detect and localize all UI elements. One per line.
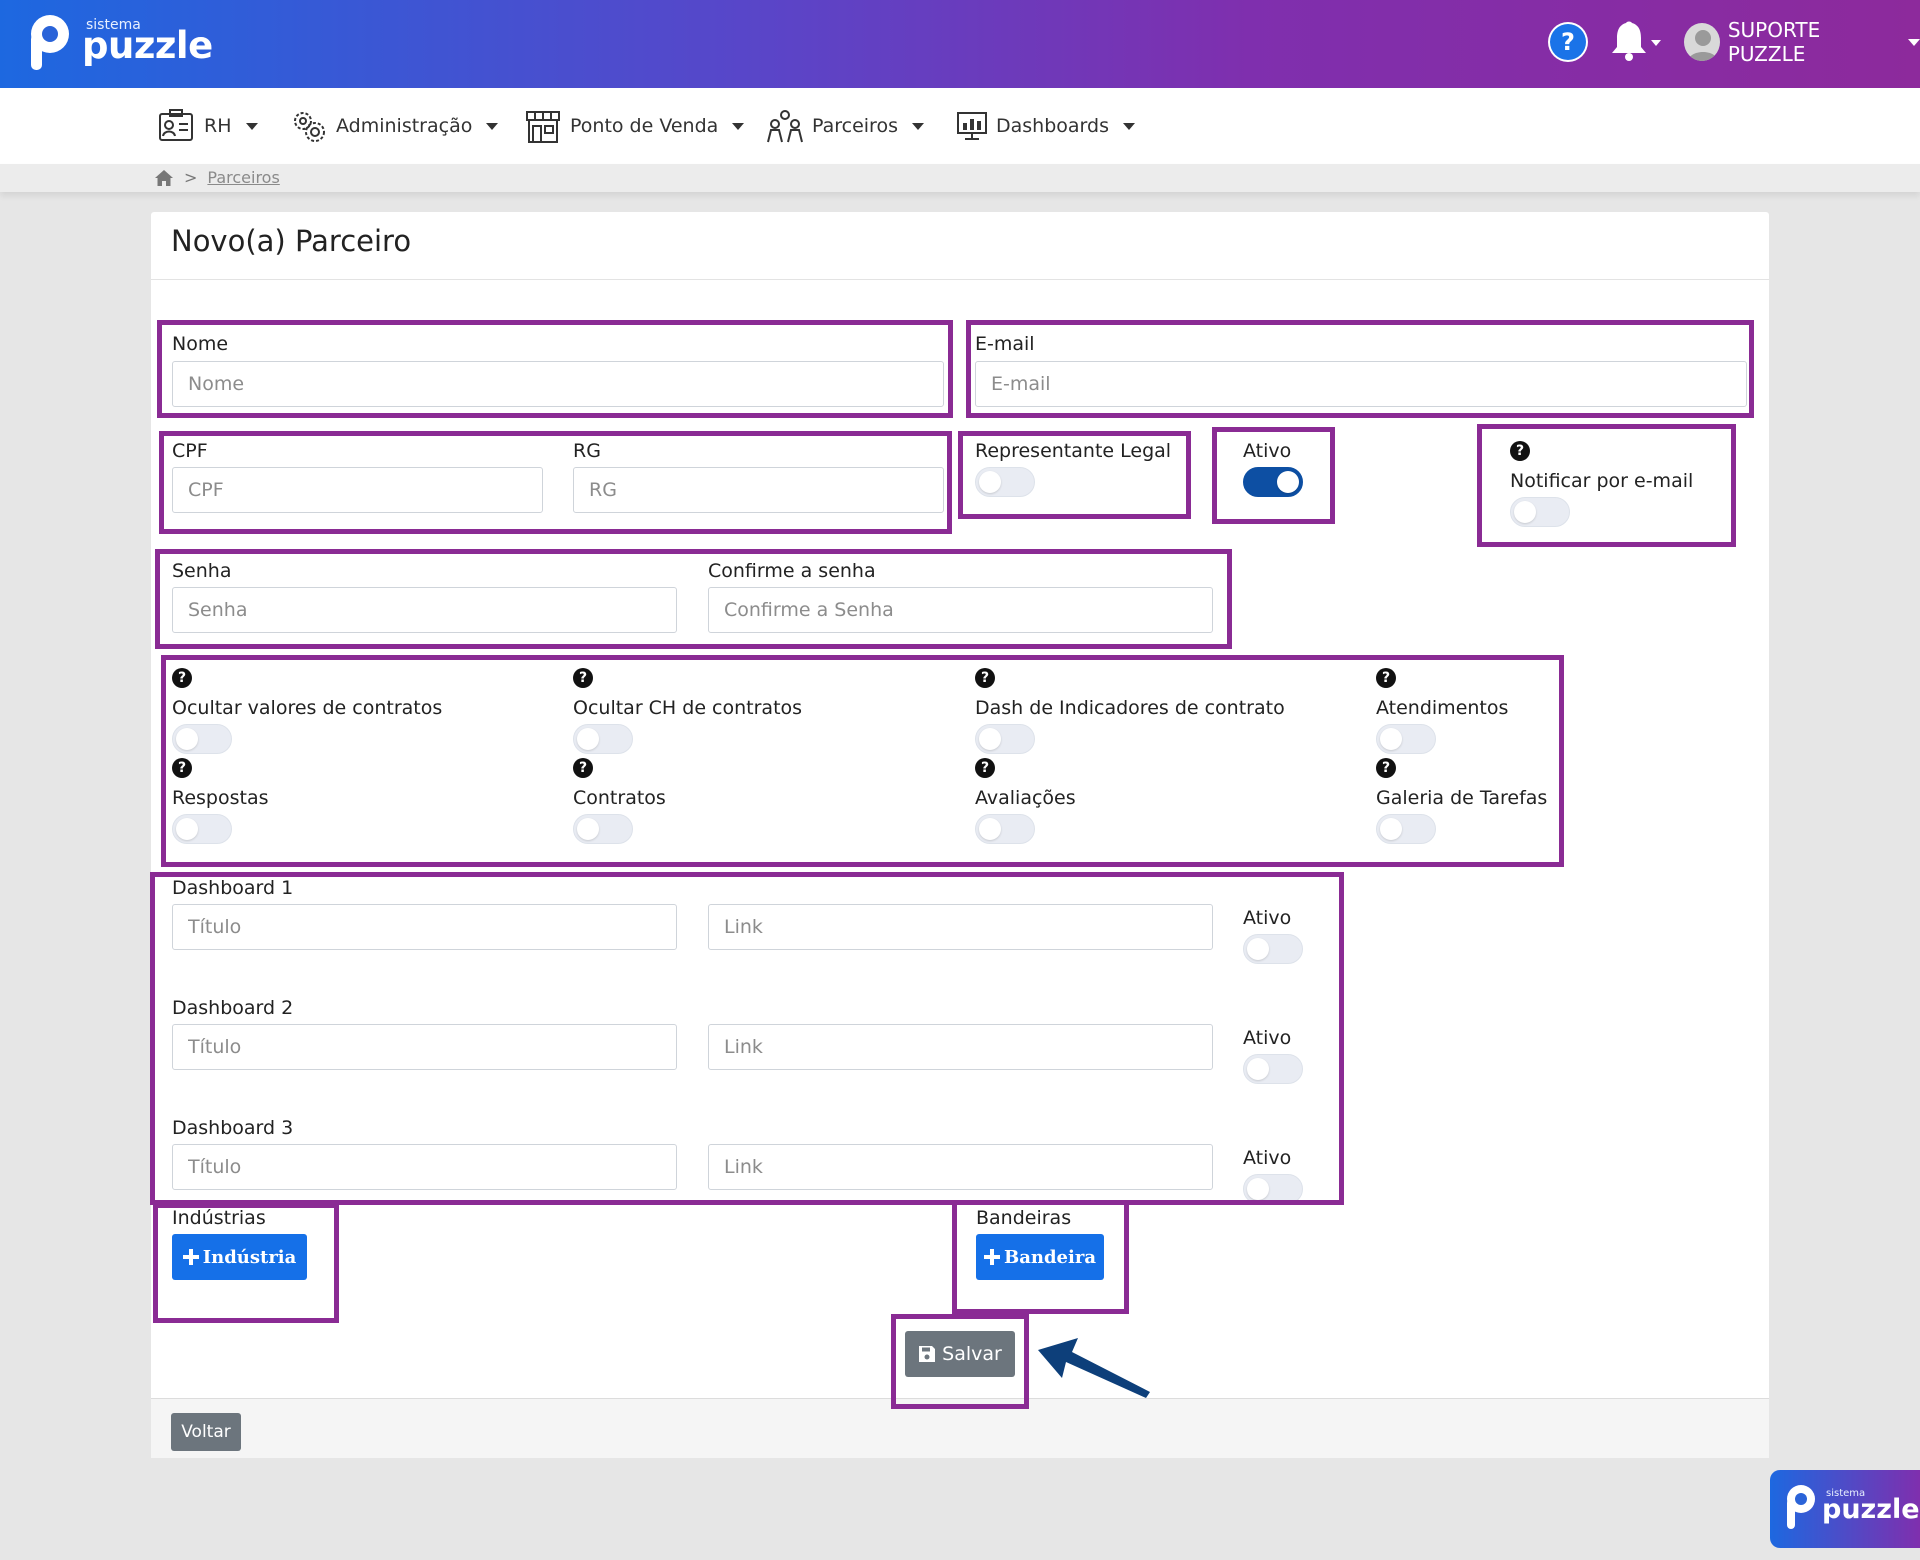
chevron-down-icon [486,122,499,130]
nav-label-rh: RH [204,115,232,137]
nav-item-administracao[interactable]: Administração [290,106,499,146]
puzzle-logo-icon [1787,1485,1815,1529]
nav-item-ponto-de-venda[interactable]: Ponto de Venda [524,106,745,146]
highlight-frame [161,655,1564,867]
monitor-chart-icon [957,112,987,140]
card-header: Novo(a) Parceiro [151,212,1769,280]
id-card-icon [159,109,193,141]
partners-icon [767,110,803,143]
main-nav: RH Administração Ponto de Venda Parceiro… [0,88,1920,164]
top-bar: sistema puzzle ? SUPORTE PUZZLE [0,0,1920,88]
nav-item-rh[interactable]: RH [158,106,258,146]
chevron-down-icon [732,122,745,130]
highlight-frame [958,431,1191,519]
highlight-frame [966,320,1754,418]
user-silhouette-icon [1688,30,1718,61]
breadcrumb-bar: > Parceiros [0,164,1920,192]
highlight-frame [159,431,952,534]
corner-logo[interactable]: sistema puzzle [1770,1470,1920,1548]
highlight-frame [1477,424,1736,547]
brand-logo[interactable]: sistema puzzle [26,8,213,78]
arrow-annotation-icon [1038,1338,1150,1398]
highlight-frame [1212,427,1335,524]
highlight-frame [150,872,1344,1205]
user-menu[interactable]: SUPORTE PUZZLE [1684,18,1920,66]
avatar [1684,23,1720,61]
highlight-frame [155,549,1232,649]
home-icon[interactable] [154,169,174,187]
nav-item-parceiros[interactable]: Parceiros [766,106,924,146]
user-name: SUPORTE PUZZLE [1727,18,1821,66]
corner-brand-word: puzzle [1822,1494,1920,1525]
back-button[interactable]: Voltar [171,1413,241,1451]
help-button[interactable]: ? [1548,22,1588,62]
chevron-down-icon [1122,122,1135,130]
store-icon [526,111,560,143]
highlight-frame [952,1200,1129,1314]
puzzle-logo-icon [31,15,69,70]
nav-label-administracao: Administração [336,115,473,137]
brand-word: puzzle [82,24,213,67]
page-title: Novo(a) Parceiro [171,224,412,258]
question-icon: ? [1550,24,1586,60]
chevron-down-icon [1908,38,1920,46]
breadcrumb-separator: > [184,168,198,187]
breadcrumb-link-parceiros[interactable]: Parceiros [207,168,279,187]
nav-item-dashboards[interactable]: Dashboards [956,106,1135,146]
gears-icon [294,112,325,142]
nav-label-ponto-de-venda: Ponto de Venda [570,115,719,137]
bell-icon [1612,21,1661,61]
chevron-down-icon [245,122,258,130]
breadcrumb: > Parceiros [154,168,280,187]
nav-label-dashboards: Dashboards [996,115,1109,137]
notifications-button[interactable] [1606,20,1662,64]
highlight-frame [153,1203,339,1323]
highlight-frame [157,320,953,418]
nav-label-parceiros: Parceiros [812,115,898,137]
chevron-down-icon [911,122,924,130]
highlight-frame [891,1314,1029,1409]
